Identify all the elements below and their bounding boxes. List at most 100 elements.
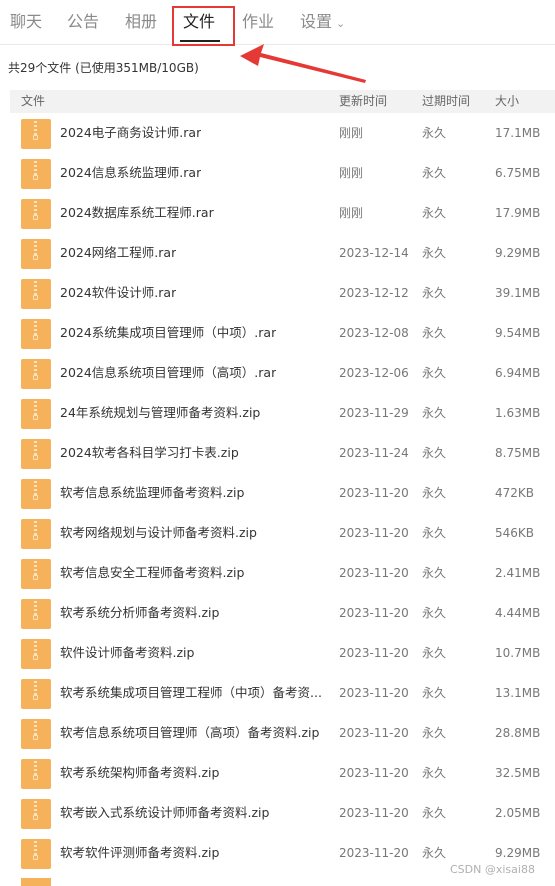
- file-expiry: 永久: [422, 406, 447, 420]
- file-updated-time: 2023-11-20: [339, 726, 409, 740]
- file-size: 2.05MB: [495, 806, 541, 820]
- zipper-pull-graphic: [33, 375, 38, 380]
- file-row[interactable]: 软考信息系统项目管理师（高项）备考资料.zip 2023-11-20 永久 28.8M…: [0, 718, 555, 758]
- file-row[interactable]: 软考网络规划与设计师备考资料.zip 2023-11-20 永久 546KB: [0, 518, 555, 558]
- zipper-graphic: [34, 201, 37, 215]
- file-row[interactable]: 2024数据库系统工程师.rar 刚刚 永久 17.9MB: [0, 198, 555, 238]
- file-row[interactable]: 2024系统集成项目管理师（中项）.rar 2023-12-08 永久 9.54MB: [0, 318, 555, 358]
- file-name[interactable]: 软考系统分析师备考资料.zip: [60, 604, 219, 622]
- file-name[interactable]: 软考信息系统项目管理师（高项）备考资料.zip: [60, 724, 319, 742]
- zipper-pull-graphic: [33, 335, 38, 340]
- file-name[interactable]: 2024系统集成项目管理师（中项）.rar: [60, 324, 276, 342]
- zipper-graphic: [34, 161, 37, 175]
- file-name[interactable]: 软考网络规划与设计师备考资料.zip: [60, 524, 257, 542]
- file-updated-time: 2023-11-20: [339, 646, 409, 660]
- file-updated-time: 2023-12-06: [339, 366, 409, 380]
- column-header-updated[interactable]: 更新时间: [339, 90, 387, 113]
- watermark: CSDN @xisai88: [450, 863, 535, 876]
- zipper-pull-graphic: [33, 815, 38, 820]
- file-row[interactable]: 2024信息系统项目管理师（高项）.rar 2023-12-06 永久 6.94MB: [0, 358, 555, 398]
- file-row[interactable]: 软考系统架构师备考资料.zip 2023-11-20 永久 32.5MB: [0, 758, 555, 798]
- file-name[interactable]: 软考嵌入式系统设计师师备考资料.zip: [60, 804, 269, 822]
- file-expiry: 永久: [422, 326, 447, 340]
- file-size: 10.7MB: [495, 646, 541, 660]
- file-row[interactable]: 2024软考各科目学习打卡表.zip 2023-11-24 永久 8.75MB: [0, 438, 555, 478]
- file-name[interactable]: 2024电子商务设计师.rar: [60, 124, 201, 142]
- file-updated-time: 刚刚: [339, 126, 364, 140]
- file-size: 472KB: [495, 486, 535, 500]
- file-row[interactable]: 软件设计师备考资料.zip 2023-11-20 永久 10.7MB: [0, 638, 555, 678]
- file-updated-time: 2023-12-12: [339, 286, 409, 300]
- zip-file-icon: [21, 319, 51, 349]
- file-expiry: 永久: [422, 766, 447, 780]
- file-size: 6.94MB: [495, 366, 541, 380]
- file-size: 6.75MB: [495, 166, 541, 180]
- file-expiry: 永久: [422, 206, 447, 220]
- column-header-size[interactable]: 大小: [495, 90, 519, 113]
- file-expiry: 永久: [422, 526, 447, 540]
- file-row[interactable]: 软考嵌入式系统设计师师备考资料.zip 2023-11-20 永久 2.05MB: [0, 798, 555, 838]
- zipper-graphic: [34, 841, 37, 855]
- file-updated-time: 2023-11-20: [339, 766, 409, 780]
- zipper-pull-graphic: [33, 615, 38, 620]
- zipper-pull-graphic: [33, 295, 38, 300]
- file-name[interactable]: 2024软件设计师.rar: [60, 284, 176, 302]
- file-name[interactable]: 2024软考各科目学习打卡表.zip: [60, 444, 239, 462]
- file-name[interactable]: 2024信息系统监理师.rar: [60, 164, 201, 182]
- zipper-pull-graphic: [33, 695, 38, 700]
- file-name[interactable]: 软考信息安全工程师备考资料.zip: [60, 564, 244, 582]
- file-row[interactable]: 软考信息安全工程师备考资料.zip 2023-11-20 永久 2.41MB: [0, 558, 555, 598]
- file-name[interactable]: 2024数据库系统工程师.rar: [60, 204, 214, 222]
- zipper-pull-graphic: [33, 495, 38, 500]
- file-name[interactable]: 24年系统规划与管理师备考资料.zip: [60, 404, 260, 422]
- file-row[interactable]: 2024信息系统监理师.rar 刚刚 永久 6.75MB: [0, 158, 555, 198]
- zipper-pull-graphic: [33, 175, 38, 180]
- tab-announcements[interactable]: 公告: [67, 10, 99, 34]
- column-header-name[interactable]: 文件: [21, 90, 45, 113]
- file-row[interactable]: 软考系统集成项目管理工程师（中项）备考资... 2023-11-20 永久 13.1M…: [0, 678, 555, 718]
- zipper-pull-graphic: [33, 455, 38, 460]
- zipper-pull-graphic: [33, 735, 38, 740]
- tab-chat[interactable]: 聊天: [10, 10, 42, 34]
- file-updated-time: 2023-11-20: [339, 566, 409, 580]
- file-row[interactable]: 2024软件设计师.rar 2023-12-12 永久 39.1MB: [0, 278, 555, 318]
- zip-file-icon: [21, 559, 51, 589]
- zipper-graphic: [34, 121, 37, 135]
- tab-homework[interactable]: 作业: [242, 10, 274, 34]
- zipper-pull-graphic: [33, 535, 38, 540]
- file-expiry: 永久: [422, 166, 447, 180]
- file-name[interactable]: 2024网络工程师.rar: [60, 244, 176, 262]
- column-header-expiry[interactable]: 过期时间: [422, 90, 470, 113]
- chevron-down-icon[interactable]: ⌄: [336, 17, 345, 30]
- zipper-pull-graphic: [33, 575, 38, 580]
- zipper-pull-graphic: [33, 255, 38, 260]
- zipper-graphic: [34, 281, 37, 295]
- file-row[interactable]: 2024电子商务设计师.rar 刚刚 永久 17.1MB: [0, 118, 555, 158]
- tab-settings[interactable]: 设置 ⌄: [300, 10, 345, 36]
- file-size: 17.9MB: [495, 206, 541, 220]
- file-updated-time: 2023-11-29: [339, 406, 409, 420]
- file-row[interactable]: 24年系统规划与管理师备考资料.zip 2023-11-29 永久 1.63MB: [0, 398, 555, 438]
- file-size: 8.75MB: [495, 446, 541, 460]
- file-name[interactable]: 软件设计师备考资料.zip: [60, 644, 194, 662]
- zipper-graphic: [34, 521, 37, 535]
- zip-file-icon: [21, 719, 51, 749]
- file-expiry: 永久: [422, 566, 447, 580]
- tab-album[interactable]: 相册: [125, 10, 157, 34]
- file-row[interactable]: 软考系统分析师备考资料.zip 2023-11-20 永久 4.44MB: [0, 598, 555, 638]
- file-name[interactable]: 软考系统架构师备考资料.zip: [60, 764, 219, 782]
- file-size: 32.5MB: [495, 766, 541, 780]
- file-name[interactable]: 2024信息系统项目管理师（高项）.rar: [60, 364, 276, 382]
- file-name[interactable]: 软考信息系统监理师备考资料.zip: [60, 484, 244, 502]
- zip-file-icon: [21, 639, 51, 669]
- file-name[interactable]: 软考系统集成项目管理工程师（中项）备考资...: [60, 684, 322, 702]
- zipper-graphic: [34, 241, 37, 255]
- file-updated-time: 2023-11-20: [339, 526, 409, 540]
- file-row[interactable]: 软考信息系统监理师备考资料.zip 2023-11-20 永久 472KB: [0, 478, 555, 518]
- file-name[interactable]: 软考软件评测师备考资料.zip: [60, 844, 219, 862]
- file-expiry: 永久: [422, 486, 447, 500]
- file-updated-time: 2023-11-24: [339, 446, 409, 460]
- zip-file-icon: [21, 519, 51, 549]
- file-row[interactable]: 2024网络工程师.rar 2023-12-14 永久 9.29MB: [0, 238, 555, 278]
- zipper-graphic: [34, 601, 37, 615]
